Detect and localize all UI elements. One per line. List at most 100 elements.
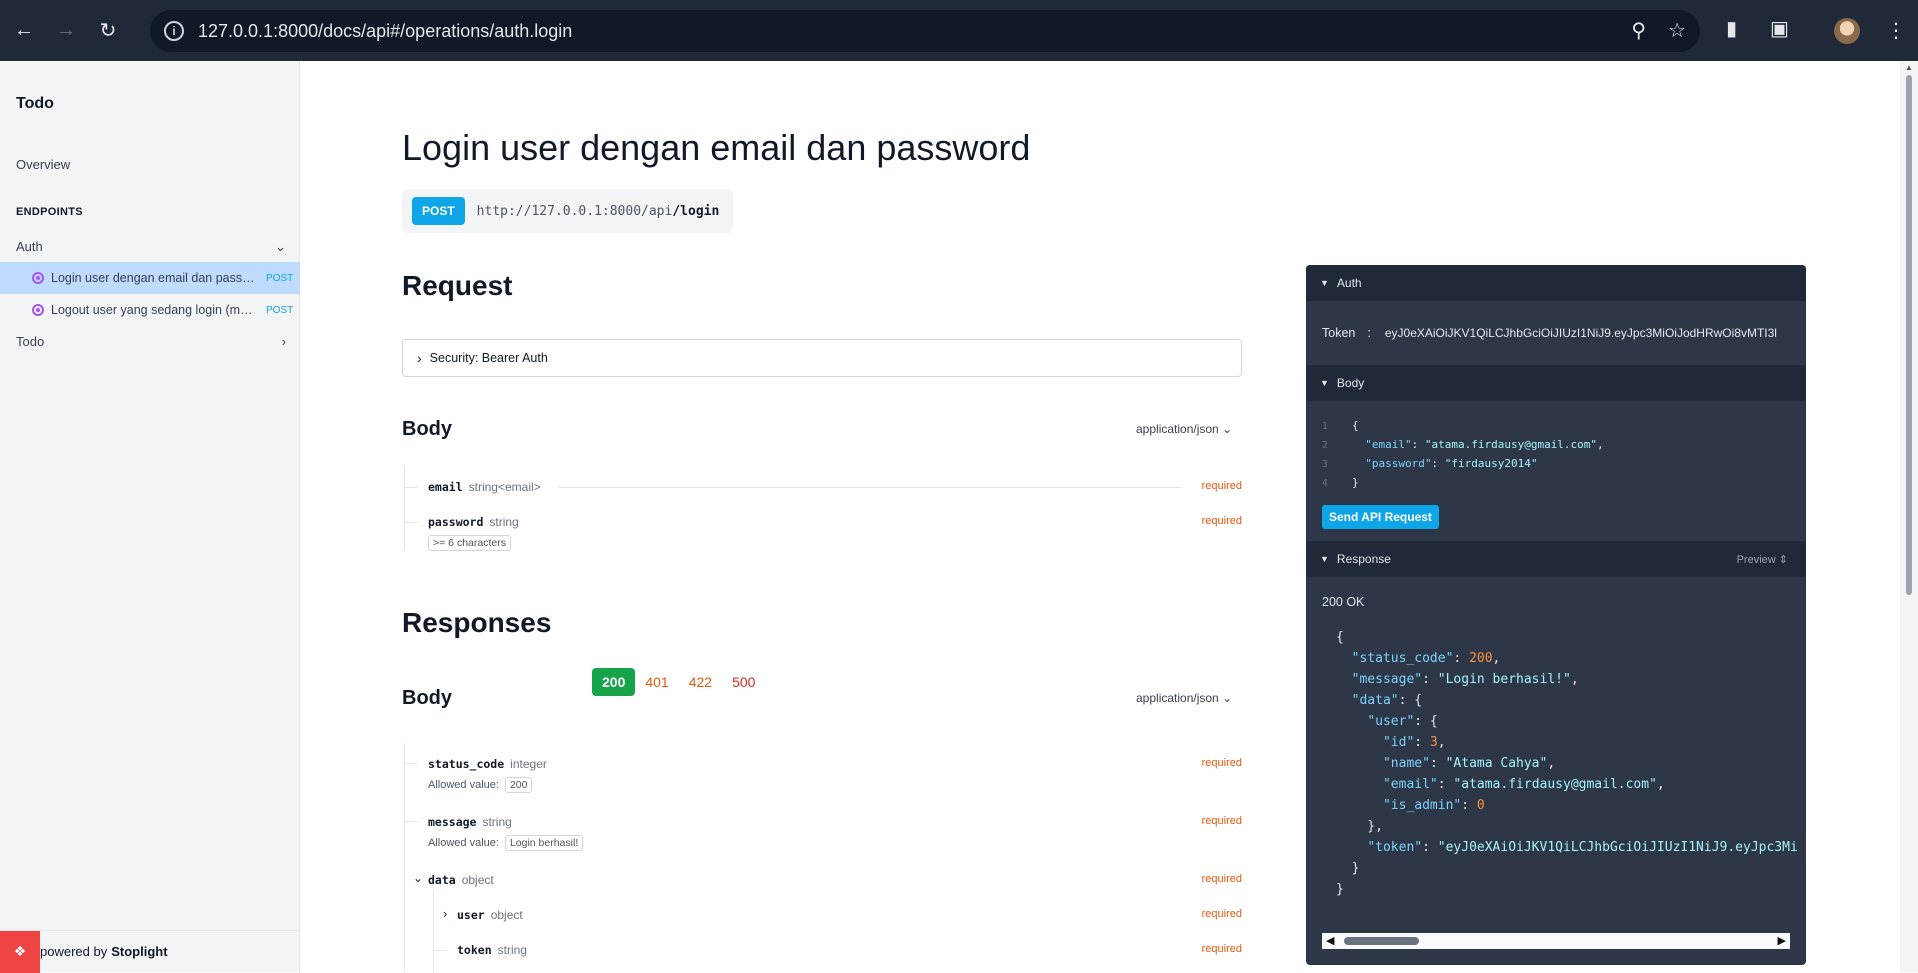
chevron-down-icon[interactable]: ⌄ xyxy=(413,871,423,885)
forward-arrow-icon[interactable]: → xyxy=(48,13,84,49)
field-user[interactable]: › user object required xyxy=(443,906,1242,922)
method-badge: POST xyxy=(266,272,294,284)
field-divider xyxy=(558,487,1182,488)
powered-by-footer[interactable]: ❖ powered by Stoplight xyxy=(0,930,300,973)
back-arrow-icon[interactable]: ← xyxy=(6,13,42,49)
request-heading: Request xyxy=(402,270,513,301)
field-message: message string required Allowed value: Log… xyxy=(428,815,1242,851)
response-body-heading: Body xyxy=(402,687,452,709)
page-title: Login user dengan email dan password xyxy=(402,127,1031,168)
token-input[interactable]: eyJ0eXAiOiJKV1QiLCJhbGciOiJIUzI1NiJ9.eyJ… xyxy=(1385,326,1780,340)
chevron-down-icon: ⌄ xyxy=(275,239,286,254)
body-section-header[interactable]: ▼ Body xyxy=(1306,365,1806,401)
extensions-icon[interactable]: ▣ xyxy=(1770,16,1789,41)
tab-422[interactable]: 422 xyxy=(679,668,722,696)
field-name: token xyxy=(457,943,492,957)
kebab-menu-icon[interactable]: ⋮ xyxy=(1886,18,1906,43)
tab-500[interactable]: 500 xyxy=(722,668,765,696)
scrollbar-thumb[interactable] xyxy=(1344,937,1419,945)
response-content-type-select[interactable]: application/json ⌄ xyxy=(1136,691,1232,705)
response-horizontal-scrollbar[interactable]: ◀ ▶ xyxy=(1322,933,1790,949)
footer-brand: Stoplight xyxy=(111,944,168,959)
profile-avatar[interactable] xyxy=(1834,18,1860,44)
response-section-header[interactable]: ▼ Response Preview ⇕ xyxy=(1306,541,1806,577)
required-label: required xyxy=(1201,908,1242,920)
preview-select[interactable]: Preview ⇕ xyxy=(1737,553,1788,566)
field-token: token string required xyxy=(457,943,1242,957)
endpoint-icon xyxy=(32,304,44,316)
site-info-icon[interactable]: i xyxy=(164,21,184,41)
field-password: password string required >= 6 characters xyxy=(428,515,1242,551)
bookmark-star-icon[interactable]: ☆ xyxy=(1668,18,1686,43)
required-label: required xyxy=(1201,873,1242,885)
page-scrollbar-thumb[interactable] xyxy=(1906,75,1912,595)
url-base: http://127.0.0.1:8000/api xyxy=(476,203,673,219)
field-data[interactable]: ⌄ data object required xyxy=(413,871,1242,887)
method-badge: POST xyxy=(412,197,465,225)
auth-section-header[interactable]: ▼ Auth xyxy=(1306,265,1806,301)
reading-list-icon[interactable]: ▮ xyxy=(1726,16,1737,41)
sidebar-group-todo[interactable]: Todo › xyxy=(16,334,286,349)
zoom-icon[interactable]: ⚲ xyxy=(1631,18,1646,43)
field-type: integer xyxy=(510,757,547,771)
field-name: data xyxy=(428,873,456,887)
field-type: object xyxy=(490,908,523,922)
auth-section-label: Auth xyxy=(1336,276,1362,290)
tree-line xyxy=(433,891,434,972)
tree-line xyxy=(404,466,405,550)
endpoint-url: http://127.0.0.1:8000/api/login xyxy=(477,204,720,219)
sidebar-item-overview[interactable]: Overview xyxy=(16,157,70,172)
address-bar[interactable]: i 127.0.0.1:8000/docs/api#/operations/au… xyxy=(150,10,1700,52)
body-heading: Body xyxy=(402,418,452,440)
json-string: "eyJ0eXAiOiJKV1QiLCJhbGciOiJIUzI1NiJ9.ey… xyxy=(1437,840,1798,855)
allowed-value-label: Allowed value: xyxy=(428,779,499,791)
tab-401[interactable]: 401 xyxy=(635,668,678,696)
json-key: "email" xyxy=(1365,438,1412,451)
field-status-code: status_code integer required Allowed valu… xyxy=(428,757,1242,793)
sidebar-item-login[interactable]: Login user dengan email dan password POS… xyxy=(0,262,300,294)
footer-prefix: powered by xyxy=(40,944,108,959)
scroll-up-icon[interactable]: ▲ xyxy=(1905,63,1913,72)
chevron-down-icon: ⌄ xyxy=(1222,422,1233,436)
json-number: 3 xyxy=(1429,735,1438,750)
security-accordion[interactable]: › Security: Bearer Auth xyxy=(402,339,1242,377)
json-key: "status_code" xyxy=(1351,651,1454,666)
try-it-panel: ▼ Auth Token : eyJ0eXAiOiJKV1QiLCJhbGciO… xyxy=(1306,265,1806,965)
tab-200[interactable]: 200 xyxy=(592,668,636,696)
sidebar-item-logout[interactable]: Logout user yang sedang login (menghapus… xyxy=(0,294,300,326)
send-api-request-button[interactable]: Send API Request xyxy=(1322,505,1439,529)
field-type: string<email> xyxy=(468,480,541,494)
address-url[interactable]: 127.0.0.1:8000/docs/api#/operations/auth… xyxy=(198,21,572,42)
required-label: required xyxy=(1201,515,1242,527)
endpoint-icon xyxy=(32,272,44,284)
allowed-value-tag: Login berhasil! xyxy=(504,835,584,851)
scroll-left-icon[interactable]: ◀ xyxy=(1326,934,1334,947)
json-number: 0 xyxy=(1476,798,1485,813)
chevron-down-icon: ⌄ xyxy=(1222,691,1233,705)
chevron-right-icon[interactable]: › xyxy=(443,906,447,921)
sidebar-group-auth[interactable]: Auth ⌄ xyxy=(16,239,286,255)
allowed-value-tag: 200 xyxy=(504,777,533,793)
response-status: 200 OK xyxy=(1322,595,1365,609)
required-label: required xyxy=(1201,815,1242,827)
body-section-label: Body xyxy=(1336,376,1365,390)
field-name: user xyxy=(457,908,485,922)
tree-link xyxy=(404,763,418,764)
reload-icon[interactable]: ↻ xyxy=(90,13,126,49)
tree-link xyxy=(404,487,418,488)
field-name: password xyxy=(428,515,484,529)
scroll-right-icon[interactable]: ▶ xyxy=(1778,934,1786,947)
json-key: "data" xyxy=(1351,693,1399,708)
request-body-editor[interactable]: 1{ 2 "email": "atama.firdausy@gmail.com"… xyxy=(1306,401,1806,493)
line-number: 4 xyxy=(1322,478,1328,489)
content-type-select[interactable]: application/json ⌄ xyxy=(1136,422,1232,436)
json-key: "id" xyxy=(1382,735,1415,750)
content-type-label: application/json xyxy=(1136,422,1219,436)
sidebar-group-label: Auth xyxy=(16,239,43,254)
page-scrollbar[interactable]: ▲ xyxy=(1900,61,1918,972)
caret-down-icon: ▼ xyxy=(1320,378,1329,388)
required-label: required xyxy=(1201,943,1242,955)
sidebar-title[interactable]: Todo xyxy=(16,95,54,113)
line-number: 3 xyxy=(1322,459,1328,470)
json-key: "user" xyxy=(1367,714,1415,729)
